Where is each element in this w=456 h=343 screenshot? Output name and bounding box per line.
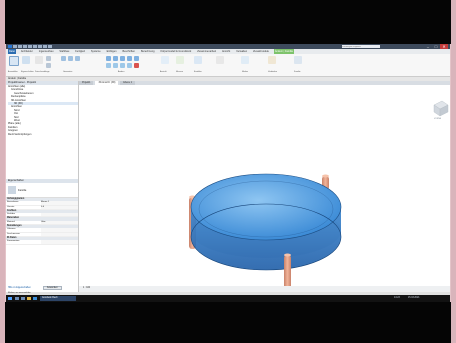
letterbox-top bbox=[5, 0, 451, 44]
type-selector[interactable]: Familie bbox=[6, 183, 78, 198]
taskbar-revit-app[interactable]: Autodesk Revit bbox=[40, 296, 76, 301]
viewcube-label: VORNE bbox=[434, 118, 442, 120]
mirror-icon[interactable] bbox=[120, 56, 125, 61]
cut-icon[interactable] bbox=[46, 56, 51, 61]
prop-key: Durchmesser bbox=[7, 232, 21, 235]
connect-button[interactable] bbox=[268, 56, 276, 64]
project-browser-tree: Ansichten (alle) Grundrisse Geschosseben… bbox=[6, 85, 78, 179]
prop-row[interactable]: Kommentare bbox=[6, 240, 78, 245]
view-button[interactable] bbox=[161, 56, 169, 64]
text-icon[interactable] bbox=[43, 45, 47, 48]
group-label-measure: Messen bbox=[176, 71, 184, 73]
clock[interactable]: 14:23 bbox=[394, 295, 400, 302]
3d-viewport[interactable]: VORNE bbox=[79, 85, 450, 297]
group-label-select: Auswählen bbox=[8, 71, 18, 73]
leg-front[interactable] bbox=[284, 253, 291, 297]
view-control-bar: 1 : 100 bbox=[79, 286, 450, 291]
quick-access-toolbar bbox=[8, 45, 52, 48]
group-label-clipboard: Zwischenablage bbox=[35, 71, 50, 73]
prop-key: Volumen bbox=[7, 228, 16, 231]
3d-view-icon[interactable] bbox=[48, 45, 52, 48]
ribbon-panel: Auswählen Eigenschaften Zwischenablage G… bbox=[6, 54, 450, 77]
properties-footer: Hilfe zu Eigenschaften Anwenden bbox=[8, 286, 62, 290]
type-selector-label: Familie bbox=[18, 188, 27, 192]
measure-icon[interactable] bbox=[38, 45, 42, 48]
model-canvas[interactable] bbox=[79, 85, 450, 297]
align-icon[interactable] bbox=[106, 56, 111, 61]
print-icon[interactable] bbox=[33, 45, 37, 48]
offset-icon[interactable] bbox=[113, 56, 118, 61]
rotate-icon[interactable] bbox=[106, 63, 111, 68]
status-text: Klicken, um auszuwählen bbox=[8, 292, 31, 294]
prop-value[interactable] bbox=[41, 232, 78, 236]
open-icon[interactable] bbox=[13, 45, 17, 48]
split-icon[interactable] bbox=[120, 63, 125, 68]
app-menu-icon[interactable] bbox=[8, 45, 12, 48]
group-label-modify: Ändern bbox=[118, 71, 125, 73]
modify-button[interactable] bbox=[9, 56, 19, 66]
undo-icon[interactable] bbox=[23, 45, 27, 48]
prop-key: Kommentare bbox=[7, 240, 20, 243]
prop-key: Basisebene bbox=[7, 201, 19, 204]
viewcube[interactable] bbox=[433, 100, 449, 117]
tray-top[interactable] bbox=[190, 173, 342, 241]
join-icon[interactable] bbox=[75, 56, 80, 61]
group-label-family: Familie bbox=[294, 71, 301, 73]
family-type-icon bbox=[8, 186, 16, 194]
outer-frame-left bbox=[0, 0, 5, 343]
prop-key: Versatz bbox=[7, 205, 15, 208]
prop-value[interactable] bbox=[41, 240, 78, 244]
start-icon[interactable] bbox=[8, 297, 12, 300]
browser-icon[interactable] bbox=[33, 297, 37, 300]
letterbox-bottom bbox=[5, 302, 451, 343]
date[interactable]: 15.03.2021 bbox=[408, 295, 420, 302]
array-icon[interactable] bbox=[127, 63, 132, 68]
measure-button[interactable] bbox=[176, 56, 184, 64]
trim-icon[interactable] bbox=[113, 63, 118, 68]
prop-value[interactable]: Glas bbox=[41, 220, 78, 225]
windows-taskbar: Autodesk Revit 14:23 15.03.2021 bbox=[6, 295, 450, 302]
apply-button[interactable]: Anwenden bbox=[42, 286, 62, 290]
prop-value[interactable]: 0.0 bbox=[41, 205, 78, 209]
redo-icon[interactable] bbox=[28, 45, 32, 48]
prop-key: Material bbox=[7, 220, 15, 223]
prop-value[interactable] bbox=[41, 213, 78, 217]
mode-button[interactable] bbox=[241, 56, 249, 64]
delete-icon[interactable] bbox=[134, 63, 139, 68]
load-into-project-button[interactable] bbox=[294, 56, 302, 64]
copy-icon[interactable] bbox=[46, 63, 51, 68]
prop-key: Sichtbar bbox=[7, 213, 16, 216]
group-label-properties: Eigenschaften bbox=[21, 71, 34, 73]
family-types-button[interactable] bbox=[194, 56, 202, 64]
save-icon[interactable] bbox=[18, 45, 22, 48]
properties-help-link[interactable]: Hilfe zu Eigenschaften bbox=[8, 287, 31, 289]
create-form-button[interactable] bbox=[216, 56, 224, 64]
copy-element-icon[interactable] bbox=[134, 56, 139, 61]
properties-grid: Abhängigkeiten Basisebene Ebene 1 Versatz… bbox=[6, 198, 78, 245]
group-label-geometry: Geometrie bbox=[63, 71, 73, 73]
prop-value[interactable] bbox=[41, 228, 78, 232]
explorer-icon[interactable] bbox=[27, 297, 31, 300]
revit-window: – □ ✕ Datei Architektur Ingenieurbau Sta… bbox=[6, 44, 450, 302]
cope-icon[interactable] bbox=[61, 56, 66, 61]
cut-geometry-icon[interactable] bbox=[68, 56, 73, 61]
options-bar-label: Ändern | Familie bbox=[8, 77, 27, 80]
prop-value[interactable]: Ebene 1 bbox=[41, 201, 78, 205]
move-icon[interactable] bbox=[127, 56, 132, 61]
properties-button[interactable] bbox=[22, 56, 30, 64]
outer-frame-right bbox=[451, 0, 456, 343]
group-label-create: Erstellen bbox=[194, 71, 202, 73]
group-label-view: Ansicht bbox=[160, 71, 167, 73]
task-view-icon[interactable] bbox=[21, 297, 25, 300]
tree-item-links[interactable]: Revit-Verknüpfungen bbox=[8, 133, 78, 136]
paste-button[interactable] bbox=[35, 56, 43, 64]
search-taskbar-icon[interactable] bbox=[15, 297, 19, 300]
group-label-mode: Modus bbox=[242, 71, 249, 73]
group-label-connect: Verbinden bbox=[268, 71, 278, 73]
search-input[interactable] bbox=[342, 45, 380, 48]
left-panel: Projektbrowser - Projekt1 Ansichten (all… bbox=[6, 81, 79, 292]
scale-label[interactable]: 1 : 100 bbox=[79, 287, 90, 289]
